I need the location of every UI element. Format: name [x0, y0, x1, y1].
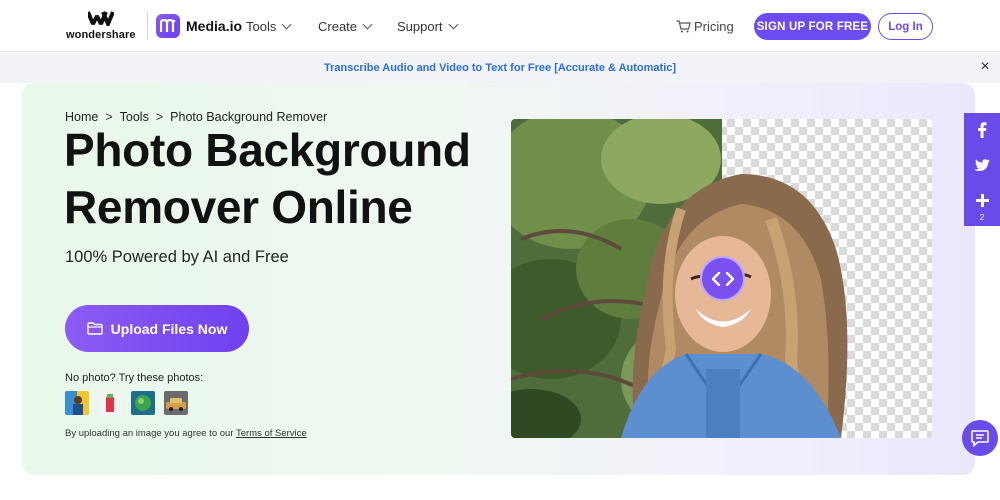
promo-banner: Transcribe Audio and Video to Text for F… [0, 53, 1000, 83]
menu-support-label: Support [397, 19, 443, 34]
menu-tools-label: Tools [246, 19, 277, 34]
plus-icon [975, 193, 989, 207]
wondershare-logo-icon [88, 11, 114, 26]
pricing-label: Pricing [694, 19, 734, 34]
sample-photo-person[interactable] [65, 391, 89, 415]
compare-arrows-icon [711, 271, 734, 286]
chat-icon [971, 429, 989, 447]
wondershare-logo[interactable]: wondershare [66, 10, 136, 42]
banner-link[interactable]: Transcribe Audio and Video to Text for F… [0, 62, 1000, 74]
top-nav: wondershare Media.io Tools Create Suppor… [0, 0, 1000, 52]
signup-button[interactable]: SIGN UP FOR FREE [754, 13, 871, 40]
folder-icon [86, 322, 103, 335]
menu-support[interactable]: Support [397, 19, 458, 34]
sample-photo-car[interactable] [164, 391, 188, 415]
sample-photo-drink[interactable] [98, 391, 122, 415]
sample-photo-nature[interactable] [131, 391, 155, 415]
page-title: Photo Background Remover Online [64, 122, 504, 236]
terms-notice: By uploading an image you agree to our T… [65, 428, 307, 439]
pricing-link[interactable]: Pricing [676, 19, 734, 34]
facebook-share-button[interactable] [964, 113, 1000, 147]
menu-tools[interactable]: Tools [246, 19, 292, 34]
share-sidebar: 2 [964, 113, 1000, 226]
product-name[interactable]: Media.io [186, 18, 242, 34]
terms-of-service-link[interactable]: Terms of Service [236, 428, 307, 439]
title-line-1: Photo Background [64, 124, 471, 176]
menu-create[interactable]: Create [318, 19, 373, 34]
sample-photos-label: No photo? Try these photos: [65, 372, 204, 384]
terms-prefix: By uploading an image you agree to our [65, 428, 234, 439]
upload-files-label: Upload Files Now [110, 320, 228, 337]
share-count: 2 [979, 213, 985, 222]
chevron-down-icon [448, 19, 458, 30]
twitter-share-button[interactable] [964, 148, 1000, 182]
menu-create-label: Create [318, 19, 358, 34]
page-subtitle: 100% Powered by AI and Free [65, 248, 289, 266]
compare-slider-handle[interactable] [700, 256, 745, 301]
login-button[interactable]: Log In [878, 13, 933, 40]
title-line-2: Remover Online [64, 181, 413, 233]
brand-name: wondershare [66, 29, 136, 41]
more-share-button[interactable] [964, 183, 1000, 217]
chevron-down-icon [281, 19, 292, 30]
chat-button[interactable] [962, 420, 998, 456]
media-io-icon[interactable] [156, 14, 180, 38]
upload-files-button[interactable]: Upload Files Now [65, 305, 249, 352]
chevron-down-icon [362, 19, 373, 30]
facebook-icon [978, 122, 987, 138]
twitter-icon [974, 158, 990, 171]
close-icon[interactable]: × [977, 59, 993, 75]
sample-photos [65, 391, 188, 415]
nav-divider [147, 12, 148, 40]
cart-icon [676, 20, 691, 33]
